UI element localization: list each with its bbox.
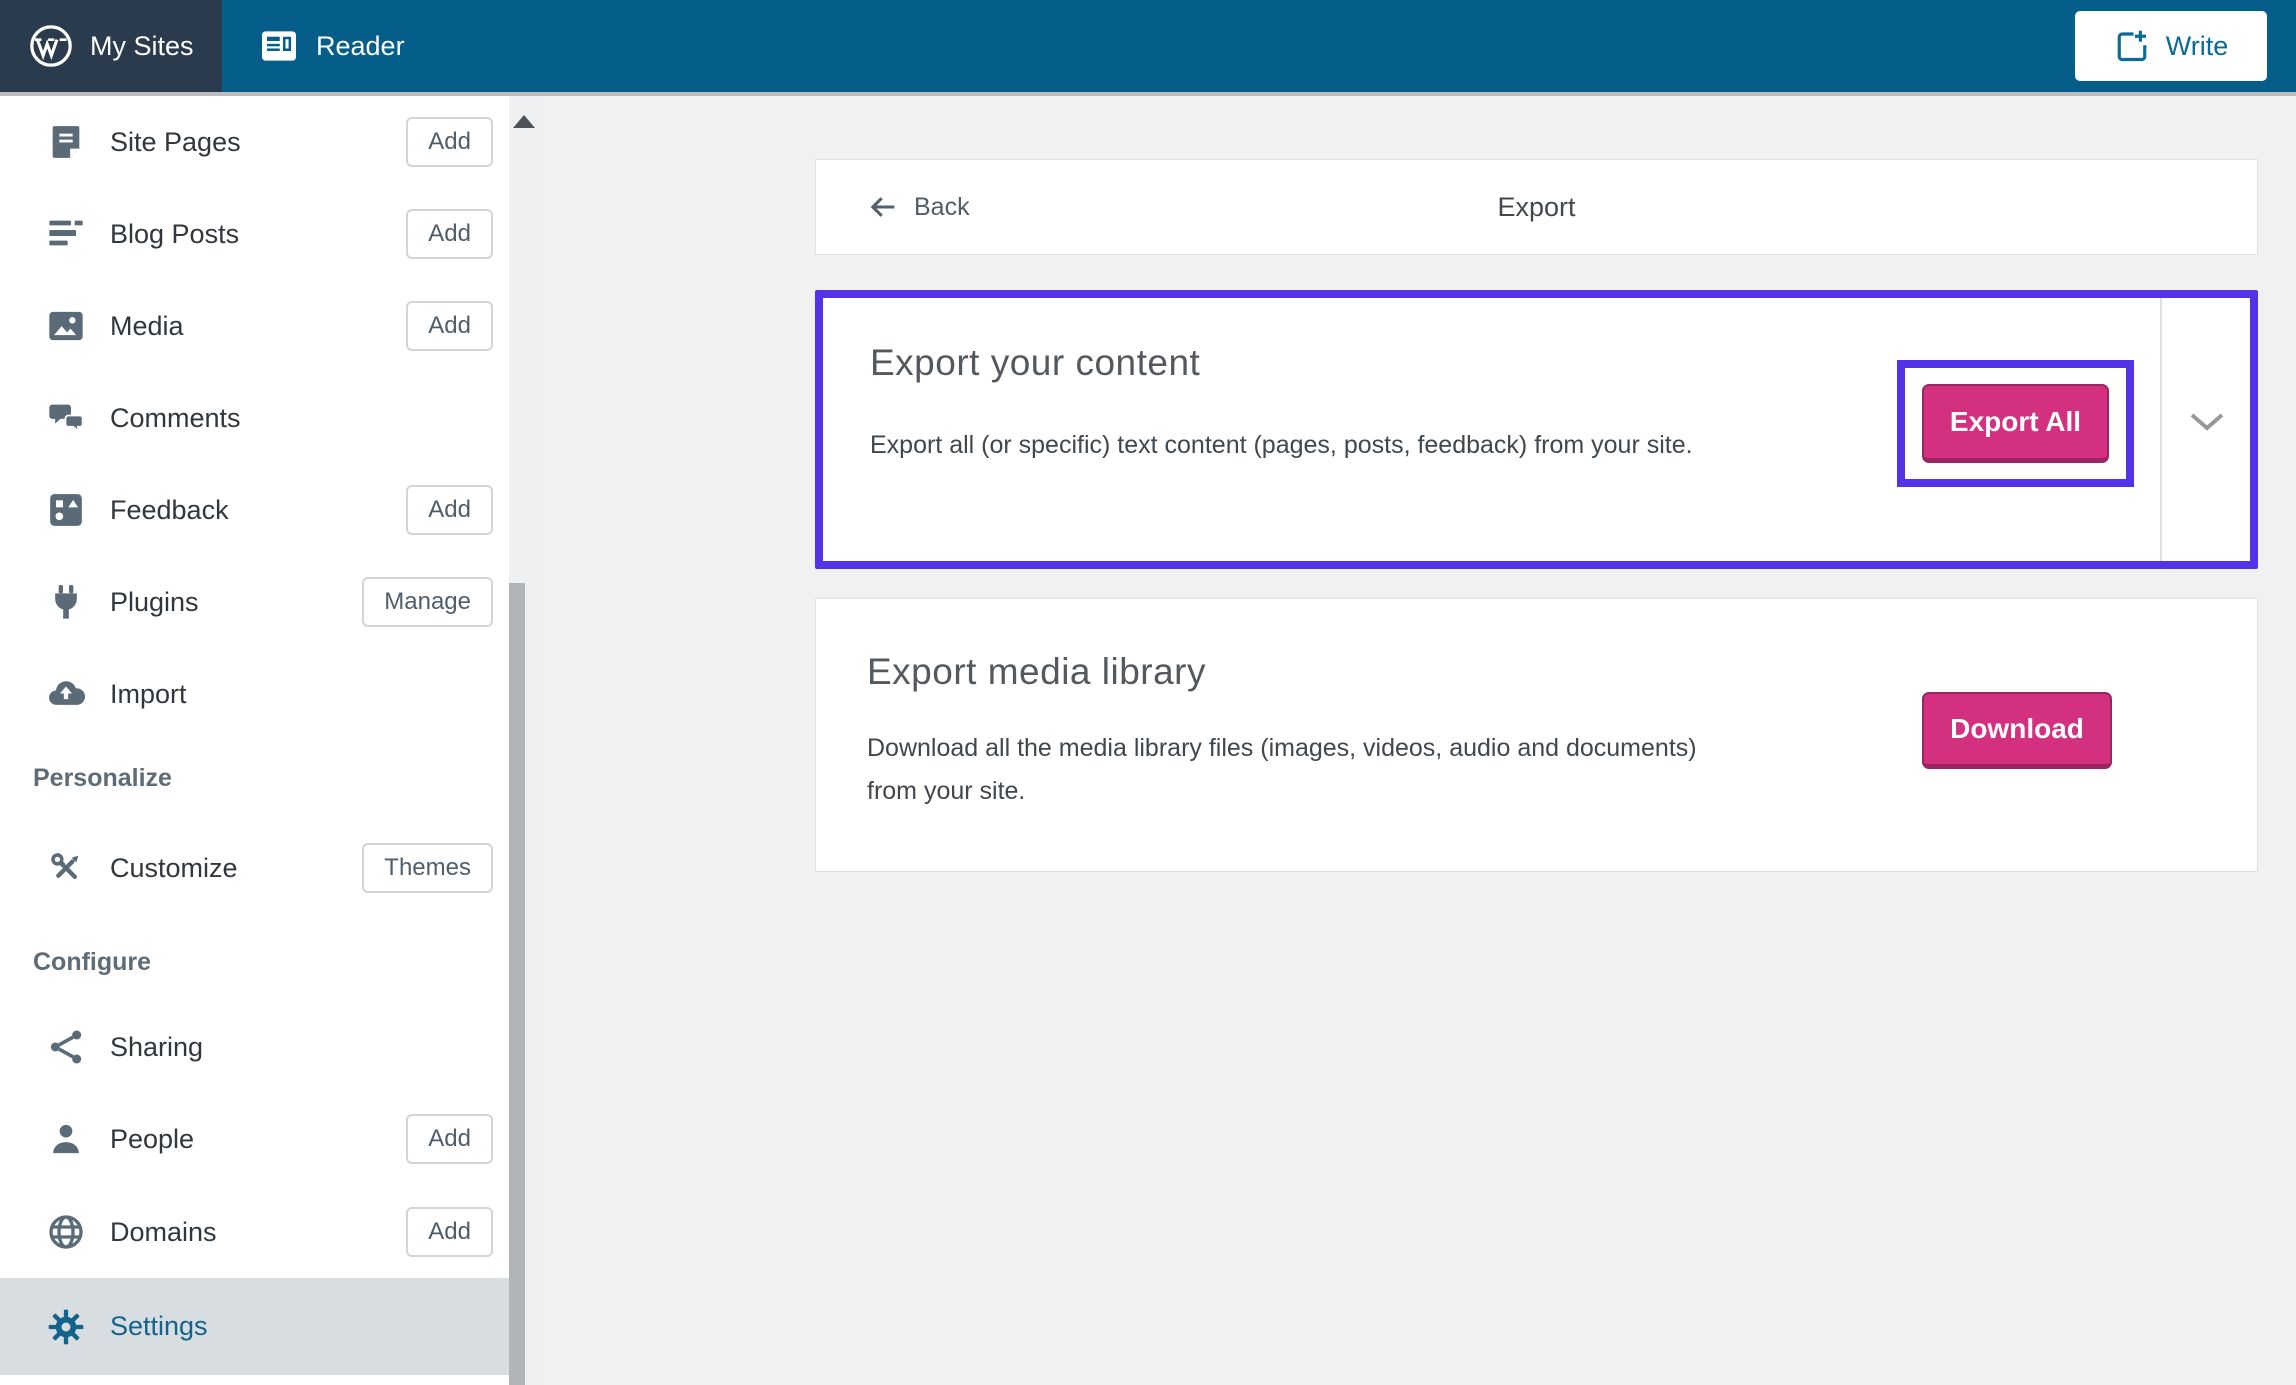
person-icon bbox=[44, 1117, 88, 1161]
scrollbar-up-arrow[interactable] bbox=[509, 102, 539, 128]
add-button[interactable]: Add bbox=[406, 485, 493, 535]
feedback-icon bbox=[44, 488, 88, 532]
my-sites-label: My Sites bbox=[90, 30, 194, 61]
themes-button[interactable]: Themes bbox=[362, 843, 493, 893]
sidebar-item-media[interactable]: Media Add bbox=[0, 280, 509, 372]
back-label: Back bbox=[914, 192, 970, 221]
sidebar-item-customize[interactable]: Customize Themes bbox=[0, 822, 509, 914]
sidebar-item-label: Import bbox=[110, 678, 187, 709]
page-title: Export bbox=[1497, 191, 1576, 222]
globe-icon bbox=[44, 1210, 88, 1254]
export-all-annotation-box: Export All bbox=[1897, 360, 2134, 487]
top-bar: My Sites Reader Write bbox=[0, 0, 2296, 96]
scrollbar-thumb[interactable] bbox=[509, 583, 525, 1385]
cloud-upload-icon bbox=[44, 672, 88, 716]
sidebar-section-personalize: Personalize bbox=[33, 764, 172, 792]
sidebar-item-domains[interactable]: Domains Add bbox=[0, 1186, 509, 1278]
export-header-card: Back Export bbox=[815, 159, 2258, 255]
add-button[interactable]: Add bbox=[406, 209, 493, 259]
export-content-title: Export your content bbox=[870, 342, 1201, 383]
sidebar-item-feedback[interactable]: Feedback Add bbox=[0, 464, 509, 556]
sidebar-item-label: Domains bbox=[110, 1216, 217, 1247]
export-content-card: Export your content Export all (or speci… bbox=[815, 290, 2258, 569]
card-divider bbox=[2160, 298, 2162, 561]
posts-icon bbox=[44, 212, 88, 256]
sidebar-item-label: Sharing bbox=[110, 1031, 204, 1062]
back-button[interactable]: Back bbox=[866, 160, 970, 254]
sidebar: Site Pages Add Blog Posts Add Media Add … bbox=[0, 96, 509, 1385]
chevron-down-icon[interactable] bbox=[2187, 410, 2227, 434]
sidebar-item-label: People bbox=[110, 1123, 195, 1154]
manage-button[interactable]: Manage bbox=[362, 577, 493, 627]
share-icon bbox=[44, 1025, 88, 1069]
sidebar-item-label: Site Pages bbox=[110, 126, 241, 157]
reader-label: Reader bbox=[316, 30, 405, 61]
export-media-card: Export media library Download all the me… bbox=[815, 598, 2258, 872]
export-content-description: Export all (or specific) text content (p… bbox=[870, 431, 1693, 459]
download-button[interactable]: Download bbox=[1922, 692, 2112, 769]
customize-icon bbox=[44, 846, 88, 890]
export-all-button[interactable]: Export All bbox=[1922, 384, 2109, 463]
add-button[interactable]: Add bbox=[406, 117, 493, 167]
sidebar-item-label: Feedback bbox=[110, 494, 229, 525]
sidebar-item-site-pages[interactable]: Site Pages Add bbox=[0, 96, 509, 188]
wordpress-logo-icon bbox=[30, 25, 72, 67]
add-button[interactable]: Add bbox=[406, 1207, 493, 1257]
my-sites-tab[interactable]: My Sites bbox=[0, 0, 222, 92]
up-triangle-icon bbox=[513, 115, 535, 128]
sidebar-item-import[interactable]: Import bbox=[0, 648, 509, 740]
sidebar-scrollbar[interactable] bbox=[509, 96, 539, 1385]
sidebar-item-blog-posts[interactable]: Blog Posts Add bbox=[0, 188, 509, 280]
sidebar-item-sharing[interactable]: Sharing bbox=[0, 1001, 509, 1093]
sidebar-item-comments[interactable]: Comments bbox=[0, 372, 509, 464]
reader-icon bbox=[262, 31, 296, 61]
reader-tab[interactable]: Reader bbox=[222, 0, 435, 92]
main-content: Back Export Export your content Export a… bbox=[539, 96, 2296, 1385]
back-arrow-icon bbox=[870, 197, 895, 217]
comments-icon bbox=[44, 396, 88, 440]
add-button[interactable]: Add bbox=[406, 301, 493, 351]
export-media-description: Download all the media library files (im… bbox=[867, 734, 1697, 805]
write-button[interactable]: Write bbox=[2075, 11, 2267, 81]
sidebar-item-label: Settings bbox=[110, 1311, 208, 1341]
sidebar-item-settings[interactable]: Settings bbox=[0, 1278, 509, 1375]
sidebar-item-label: Comments bbox=[110, 402, 241, 433]
sidebar-item-label: Customize bbox=[110, 852, 238, 883]
sidebar-item-label: Plugins bbox=[110, 586, 199, 617]
write-icon bbox=[2117, 30, 2147, 62]
sidebar-item-label: Blog Posts bbox=[110, 218, 240, 249]
image-icon bbox=[44, 304, 88, 348]
plug-icon bbox=[44, 580, 88, 624]
add-button[interactable]: Add bbox=[406, 1114, 493, 1164]
wordpress-export-screen: My Sites Reader Write Site Pages Add Blo… bbox=[0, 0, 2296, 1385]
sidebar-item-people[interactable]: People Add bbox=[0, 1093, 509, 1185]
page-icon bbox=[44, 120, 88, 164]
sidebar-item-plugins[interactable]: Plugins Manage bbox=[0, 556, 509, 648]
gear-icon bbox=[44, 1305, 88, 1349]
export-media-title: Export media library bbox=[867, 651, 1207, 692]
write-label: Write bbox=[2165, 30, 2229, 61]
sidebar-item-label: Media bbox=[110, 310, 184, 341]
sidebar-section-configure: Configure bbox=[33, 948, 152, 976]
